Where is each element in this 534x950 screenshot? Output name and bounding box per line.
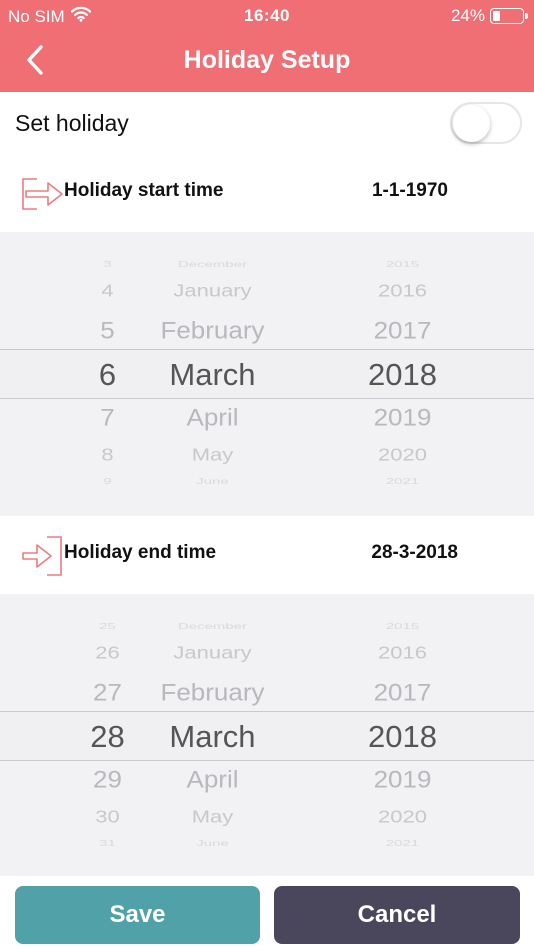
- battery-group: 24%: [450, 6, 528, 26]
- picker-year: 2016: [378, 642, 427, 663]
- picker-year: 2015: [385, 622, 420, 632]
- end-year-wheel[interactable]: 2015 2016 2017 2018 2019 2020 2021: [330, 594, 475, 878]
- picker-year-selected: 2018: [368, 719, 437, 754]
- picker-year: 2019: [373, 765, 432, 793]
- save-button[interactable]: Save: [15, 886, 260, 944]
- picker-year: 2015: [385, 260, 420, 270]
- picker-month: February: [160, 316, 265, 344]
- cancel-button[interactable]: Cancel: [274, 886, 520, 944]
- holiday-end-row[interactable]: Holiday end time 28-3-2018: [0, 516, 534, 594]
- set-holiday-label: Set holiday: [15, 110, 129, 136]
- holiday-setup-screen: No SIM 16:40 24% Holiday Setup Set holid…: [0, 0, 534, 950]
- holiday-end-value: 28-3-2018: [371, 542, 458, 563]
- picker-month: January: [173, 642, 252, 663]
- picker-month-selected: March: [169, 357, 256, 392]
- picker-month: May: [191, 806, 234, 827]
- status-bar: No SIM 16:40 24%: [0, 0, 534, 30]
- picker-year: 2021: [385, 477, 420, 487]
- picker-month: June: [196, 839, 229, 849]
- picker-year: 2019: [373, 403, 432, 431]
- start-date-picker[interactable]: 3 4 5 6 7 8 9 December January February …: [0, 232, 534, 516]
- picker-month-selected: March: [169, 719, 256, 754]
- picker-year: 2017: [373, 678, 432, 706]
- picker-month: December: [177, 260, 248, 270]
- holiday-start-row[interactable]: Holiday start time 1-1-1970: [0, 154, 534, 232]
- footer-actions: Save Cancel: [0, 876, 534, 950]
- holiday-end-label: Holiday end time: [64, 542, 217, 563]
- end-date-picker[interactable]: 25 26 27 28 29 30 31 December January Fe…: [0, 594, 534, 878]
- picker-month: December: [177, 622, 248, 632]
- picker-year: 2020: [378, 444, 427, 465]
- toggle-knob: [453, 105, 490, 142]
- header: No SIM 16:40 24% Holiday Setup: [0, 0, 534, 92]
- picker-year: 2017: [373, 316, 432, 344]
- login-arrow-icon: [20, 172, 64, 216]
- start-month-wheel[interactable]: December January February March April Ma…: [140, 232, 285, 516]
- picker-month: April: [186, 765, 239, 793]
- holiday-start-value: 1-1-1970: [371, 180, 448, 201]
- page-title: Holiday Setup: [183, 46, 351, 74]
- end-month-wheel[interactable]: December January February March April Ma…: [140, 594, 285, 878]
- picker-month: May: [191, 444, 234, 465]
- nav-bar: Holiday Setup: [0, 30, 534, 92]
- picker-year: 2020: [378, 806, 427, 827]
- battery-icon: [490, 8, 528, 24]
- set-holiday-row: Set holiday: [0, 92, 534, 154]
- picker-year: 2021: [385, 839, 420, 849]
- picker-month: February: [160, 678, 265, 706]
- picker-month: April: [186, 403, 239, 431]
- picker-year: 2016: [378, 280, 427, 301]
- start-year-wheel[interactable]: 2015 2016 2017 2018 2019 2020 2021: [330, 232, 475, 516]
- set-holiday-toggle[interactable]: [450, 102, 522, 144]
- battery-percent: 24%: [450, 6, 485, 25]
- picker-month: June: [196, 477, 229, 487]
- battery-fill: [493, 11, 500, 21]
- picker-year-selected: 2018: [368, 357, 437, 392]
- holiday-start-label: Holiday start time: [64, 180, 224, 201]
- logout-arrow-icon: [20, 534, 64, 578]
- picker-month: January: [173, 280, 252, 301]
